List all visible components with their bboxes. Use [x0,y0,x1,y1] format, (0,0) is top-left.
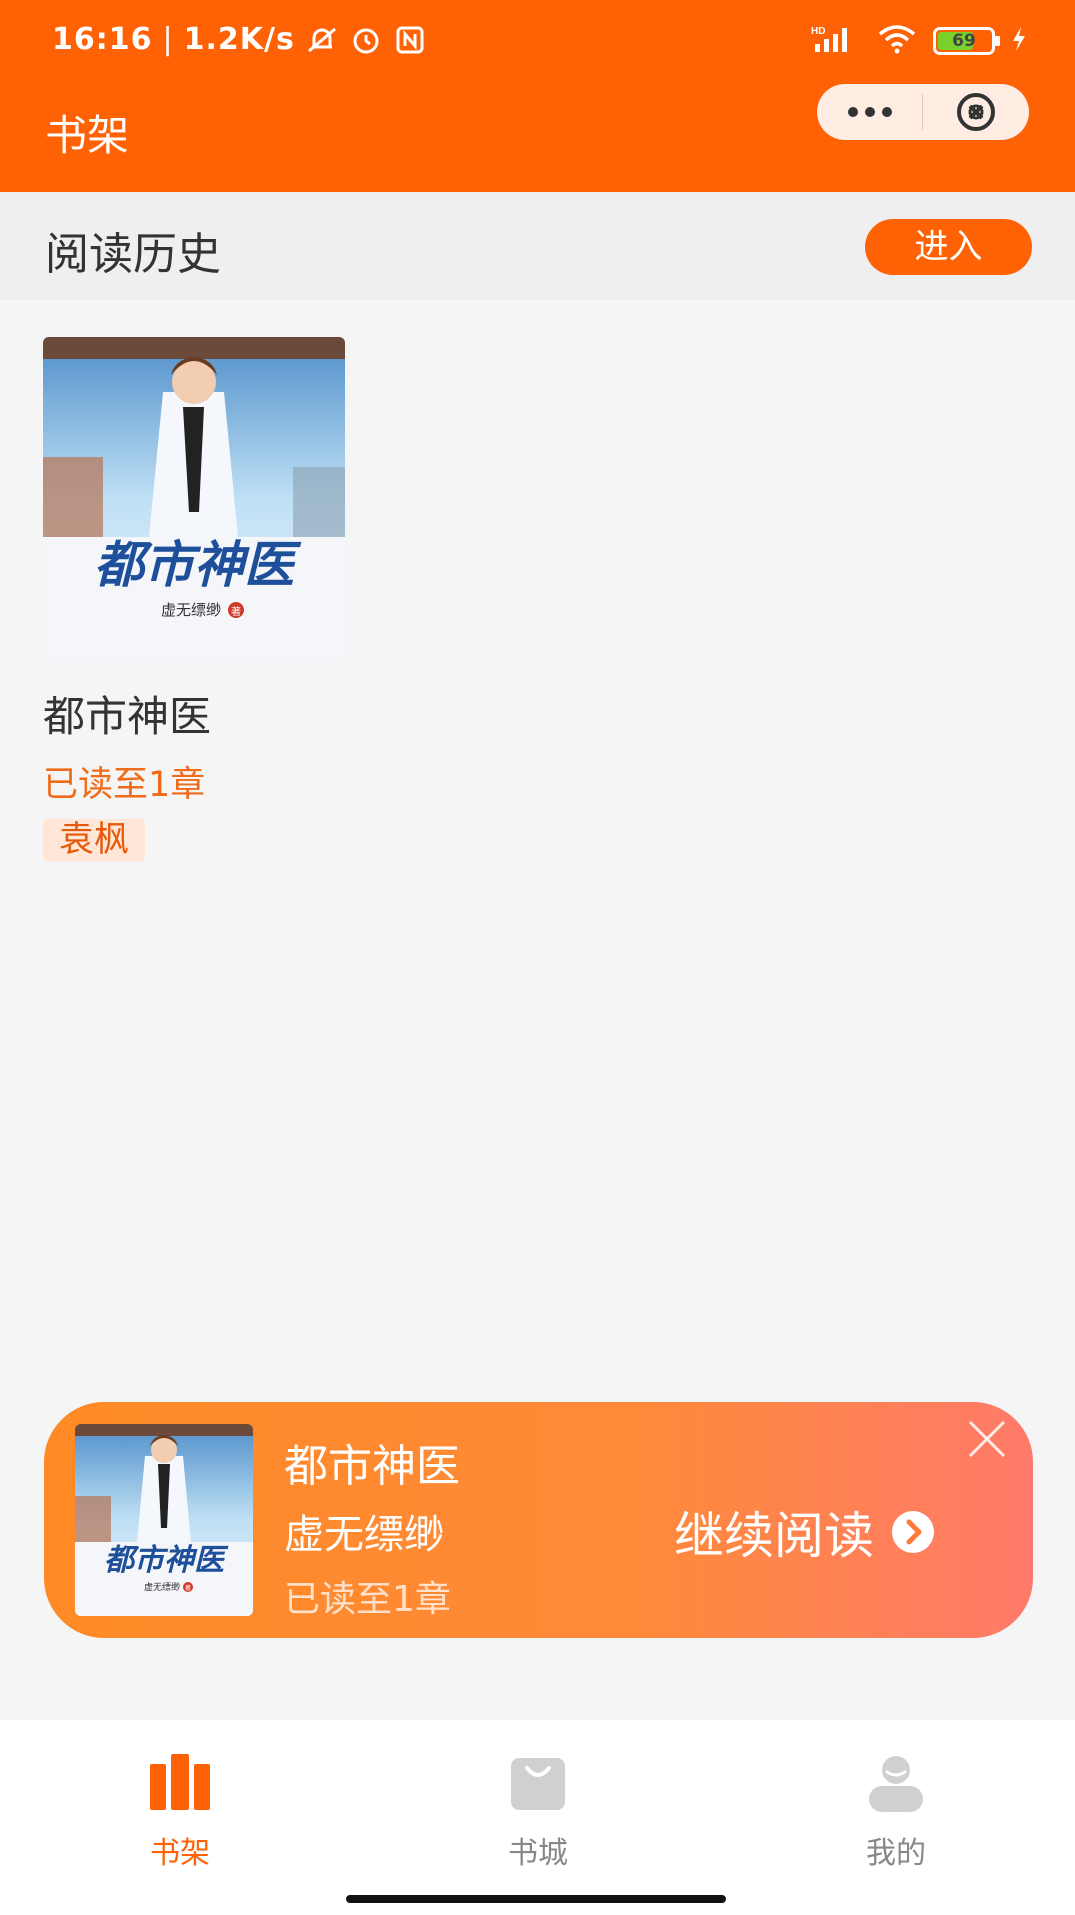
banner-book-progress: 已读至1章 [284,1579,451,1620]
banner-cover-seal-text: 著 [185,1584,191,1592]
charging-icon [1011,26,1027,56]
battery-level: 69 [952,31,976,51]
banner-cover-title-text: 都市神医 [104,1543,229,1578]
book-title[interactable]: 都市神医 [43,683,345,744]
book-cover[interactable]: 都市神医 虚无缥缈 著 [43,337,345,663]
close-icon [968,1420,1006,1458]
shopping-bag-icon [505,1750,571,1816]
wifi-icon [877,24,917,58]
cover-author-text: 虚无缥缈 [161,601,221,619]
nav-item-bookshelf[interactable]: 书架 [80,1750,280,1872]
section-title: 阅读历史 [45,229,221,280]
close-circle-icon [956,93,995,131]
reading-history-bar: 阅读历史 进入 [0,192,1075,300]
signal-icon: HD [811,24,861,58]
status-divider: | [162,22,174,57]
status-bar: 16:16 | 1.2K/s HD 69 [0,0,1075,80]
enter-button[interactable]: 进入 [865,219,1032,275]
banner-book-title: 都市神医 [284,1441,460,1492]
nfc-icon [393,23,427,57]
status-right: HD 69 [811,24,1027,58]
continue-reading-banner[interactable]: 都市神医 虚无缥缈 著 都市神医 虚无缥缈 已读至1章 继续阅读 [44,1402,1033,1638]
banner-book-cover: 都市神医 虚无缥缈 著 [75,1424,253,1616]
miniapp-capsule [817,84,1029,140]
alarm-icon [349,23,383,57]
book-progress: 已读至1章 [43,765,206,805]
battery-icon: 69 [933,27,1000,55]
cover-seal-text: 著 [231,605,241,618]
cover-title-text: 都市神医 [94,535,302,594]
chevron-right-circle-icon [892,1511,934,1553]
header: 16:16 | 1.2K/s HD 69 书架 [0,0,1075,192]
nav-item-bookstore[interactable]: 书城 [438,1750,638,1872]
bookshelf-page: 16:16 | 1.2K/s HD 69 书架 阅读历史 进入 都市神医 虚无缥… [0,0,1075,1915]
bookshelf-icon [147,1750,213,1816]
user-icon [863,1750,929,1816]
banner-book-author: 虚无缥缈 [284,1512,444,1558]
nav-item-mine[interactable]: 我的 [796,1750,996,1872]
nav-label-bookshelf: 书架 [150,1836,210,1871]
book-card[interactable]: 都市神医 虚无缥缈 著 都市神医 已读至1章 袁枫 [43,337,345,861]
banner-close-button[interactable] [964,1416,1010,1462]
bottom-nav: 书架 书城 我的 [0,1720,1075,1915]
continue-reading-button[interactable]: 继续阅读 [674,1496,936,1568]
nav-label-mine: 我的 [866,1836,926,1871]
continue-reading-label: 继续阅读 [674,1507,874,1565]
close-button[interactable] [923,84,1028,140]
more-dots-icon [847,107,892,117]
nav-label-bookstore: 书城 [508,1836,568,1871]
book-tag: 袁枫 [43,819,146,861]
status-speed: 1.2K/s [183,22,295,57]
mute-icon [305,23,339,57]
home-indicator[interactable] [346,1895,726,1903]
page-title: 书架 [45,111,130,160]
svg-text:HD: HD [811,26,825,37]
banner-cover-author-text: 虚无缥缈 [144,1581,180,1593]
status-time: 16:16 [52,22,153,57]
status-left: 16:16 | 1.2K/s [52,22,427,57]
more-button[interactable] [817,84,922,140]
